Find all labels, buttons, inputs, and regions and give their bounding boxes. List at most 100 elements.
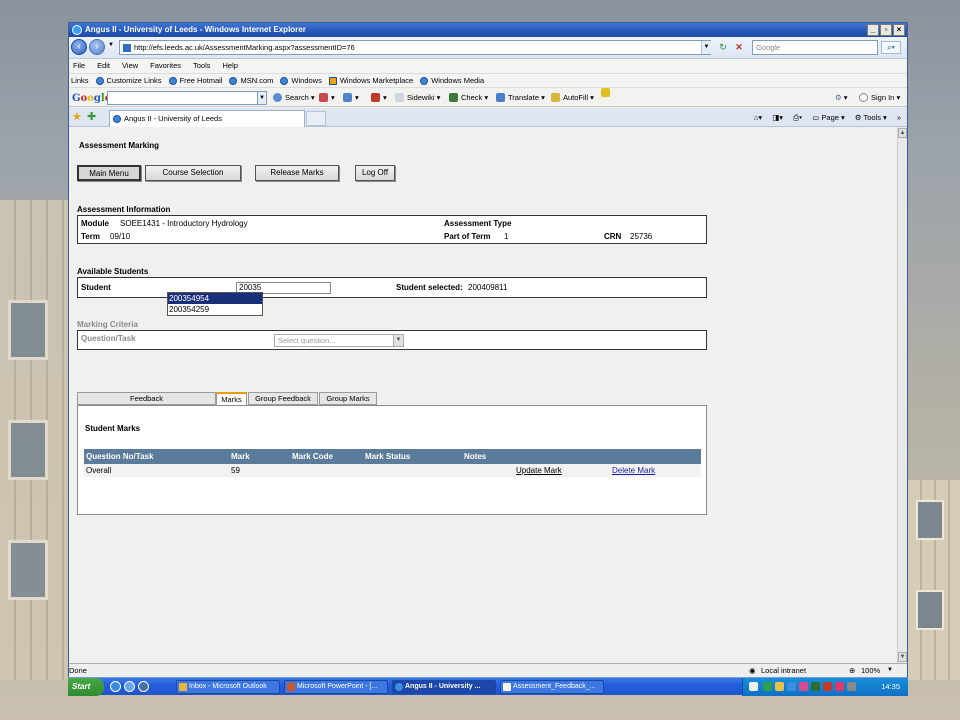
release-marks-button[interactable]: Release Marks xyxy=(255,165,339,181)
tab-marks[interactable]: Marks xyxy=(216,392,247,406)
menu-view[interactable]: View xyxy=(122,59,138,73)
chevron-down-icon: ▼ xyxy=(393,335,403,346)
link-free-hotmail[interactable]: Free Hotmail xyxy=(168,74,223,87)
browser-tab-active[interactable]: Angus II - University of Leeds xyxy=(109,110,305,127)
help-icon[interactable] xyxy=(749,682,758,691)
tab-strip: ★ ✚ Angus II - University of Leeds ⌂▾ ◨▾… xyxy=(69,108,907,127)
start-button[interactable]: Start xyxy=(68,678,104,696)
toolbar-popup-blocker-button[interactable]: ▾ xyxy=(371,88,387,107)
tab-feedback[interactable]: Feedback xyxy=(77,392,216,405)
ie-icon xyxy=(72,25,82,35)
sidewiki-button[interactable]: Sidewiki ▾ xyxy=(395,88,440,107)
translate-button[interactable]: Translate ▾ xyxy=(496,88,545,107)
suggestion-item[interactable]: 200354259 xyxy=(168,304,262,315)
zoom-level[interactable]: 100% xyxy=(861,664,880,677)
favorites-star-icon[interactable]: ★ xyxy=(72,110,82,123)
autofill-button[interactable]: AutoFill ▾ xyxy=(551,88,594,107)
google-search-dropdown-icon[interactable]: ▼ xyxy=(257,91,267,105)
tab-group-feedback[interactable]: Group Feedback xyxy=(248,392,318,405)
link-windows[interactable]: Windows xyxy=(280,74,322,87)
suggestion-item[interactable]: 200354954 xyxy=(168,293,262,304)
menu-edit[interactable]: Edit xyxy=(97,59,110,73)
update-mark-link[interactable]: Update Mark xyxy=(516,464,562,477)
link-msn[interactable]: MSN.com xyxy=(229,74,273,87)
media-quicklaunch-icon[interactable] xyxy=(138,681,149,692)
popup-blocker-icon xyxy=(371,93,380,102)
tools-menu[interactable]: ⚙ Tools ▾ xyxy=(855,111,887,124)
search-input[interactable]: Google xyxy=(752,40,878,55)
taskbar-item-ie[interactable]: Angus II - University ... xyxy=(392,680,496,694)
url-dropdown-icon[interactable]: ▼ xyxy=(701,41,711,54)
close-button[interactable]: × xyxy=(893,24,905,36)
page-menu[interactable]: ▭ Page ▾ xyxy=(812,111,845,124)
refresh-icon[interactable]: ↻ xyxy=(717,41,729,54)
stop-icon[interactable]: ✕ xyxy=(733,41,745,54)
menu-file[interactable]: File xyxy=(73,59,85,73)
scroll-up-icon[interactable]: ▲ xyxy=(898,128,907,138)
home-icon[interactable]: ⌂▾ xyxy=(754,111,762,124)
zoom-icon[interactable]: ⊕ xyxy=(849,664,855,677)
feeds-icon[interactable]: ◨▾ xyxy=(772,111,783,124)
search-icon[interactable]: ⌕▾ xyxy=(881,41,901,54)
column-header: Mark xyxy=(231,452,250,461)
sign-in-button[interactable]: Sign In ▾ xyxy=(859,88,900,107)
spellcheck-button[interactable]: Check ▾ xyxy=(449,88,488,107)
print-icon[interactable]: ⎙▾ xyxy=(793,111,802,124)
sidewiki-icon xyxy=(395,93,404,102)
delete-mark-link[interactable]: Delete Mark xyxy=(612,464,655,477)
desktop-quicklaunch-icon[interactable] xyxy=(124,681,135,692)
link-windows-marketplace[interactable]: Windows Marketplace xyxy=(328,74,413,87)
toolbar-highlight-button[interactable] xyxy=(601,88,613,97)
toolbar-share-button[interactable]: ▾ xyxy=(319,88,335,107)
maximize-button[interactable]: ▫ xyxy=(880,24,892,36)
tray-app-icon[interactable] xyxy=(835,682,844,691)
overflow-icon[interactable]: » xyxy=(897,111,901,124)
tray-app-icon[interactable] xyxy=(811,682,820,691)
new-tab-button[interactable] xyxy=(306,111,326,126)
tab-group-marks[interactable]: Group Marks xyxy=(319,392,377,405)
part-of-term-value: 1 xyxy=(504,232,509,241)
link-customize-links[interactable]: Customize Links xyxy=(95,74,162,87)
tray-app-icon[interactable] xyxy=(799,682,808,691)
taskbar-item-powerpoint[interactable]: Microsoft PowerPoint - [... xyxy=(284,680,388,694)
question-select[interactable]: Select question... ▼ xyxy=(274,334,404,347)
assessment-info-heading: Assessment Information xyxy=(77,205,171,214)
toolbar-settings-button[interactable]: ⚙ ▾ xyxy=(835,88,848,107)
google-search-button[interactable]: Search ▾ xyxy=(273,88,315,107)
forward-button[interactable]: › xyxy=(89,39,105,55)
taskbar-item-outlook[interactable]: Inbox - Microsoft Outlook xyxy=(176,680,280,694)
history-dropdown-icon[interactable]: ▼ xyxy=(108,42,114,48)
links-label: Links xyxy=(71,76,89,85)
network-icon[interactable] xyxy=(787,682,796,691)
zoom-dropdown-icon[interactable]: ▼ xyxy=(887,664,893,677)
link-label: Free Hotmail xyxy=(179,76,223,85)
autofill-icon xyxy=(551,93,560,102)
back-button[interactable]: ‹ xyxy=(71,39,87,55)
course-selection-button[interactable]: Course Selection xyxy=(145,165,241,181)
globe-icon: ◉ xyxy=(749,666,756,675)
add-favorite-icon[interactable]: ✚ xyxy=(87,110,96,123)
url-field[interactable]: http://efs.leeds.ac.uk/AssessmentMarking… xyxy=(119,40,711,55)
term-label: Term xyxy=(81,232,100,241)
main-menu-button[interactable]: Main Menu xyxy=(77,165,141,181)
ie-quicklaunch-icon[interactable] xyxy=(110,681,121,692)
messenger-icon[interactable] xyxy=(775,682,784,691)
toolbar-bookmarks-button[interactable]: ▾ xyxy=(343,88,359,107)
google-search-input[interactable] xyxy=(107,91,267,105)
volume-icon[interactable] xyxy=(847,682,856,691)
background-window xyxy=(8,540,48,600)
log-off-button[interactable]: Log Off xyxy=(355,165,395,181)
sidewiki-label: Sidewiki xyxy=(407,93,435,102)
menu-tools[interactable]: Tools xyxy=(193,59,211,73)
taskbar-item-document[interactable]: Assessment_Feedback_... xyxy=(500,680,604,694)
menu-help[interactable]: Help xyxy=(223,59,238,73)
link-windows-media[interactable]: Windows Media xyxy=(420,74,484,87)
minimize-button[interactable]: _ xyxy=(867,24,879,36)
scroll-down-icon[interactable]: ▼ xyxy=(898,652,907,662)
tray-app-icon[interactable] xyxy=(823,682,832,691)
page-favicon-icon xyxy=(123,44,131,52)
antivirus-icon[interactable] xyxy=(763,682,772,691)
vertical-scrollbar[interactable]: ▲ ▼ xyxy=(897,127,907,663)
background-window xyxy=(916,590,944,630)
menu-favorites[interactable]: Favorites xyxy=(150,59,181,73)
